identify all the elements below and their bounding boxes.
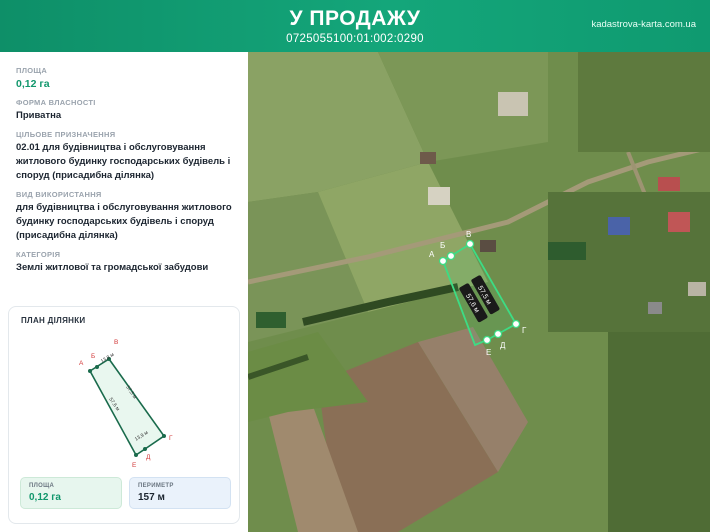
plan-parcel-outline <box>88 357 166 457</box>
plan-perimeter-label: ПЕРИМЕТР <box>138 483 174 489</box>
map-vertex-e[interactable] <box>482 335 492 345</box>
map-label-a: А <box>429 250 435 259</box>
plan-vertex-a <box>88 369 92 373</box>
map-label-d: Д <box>500 341 506 350</box>
area-value: 0,12 га <box>16 78 50 90</box>
map-label-v: В <box>466 230 471 239</box>
map-greenhouse-2 <box>256 312 286 328</box>
plan-card: ПЛАН ДІЛЯНКИ А Б В Г Д Е 13,8 м 57,5 м 5… <box>8 306 240 524</box>
plan-perimeter-stat: ПЕРИМЕТР 157 м <box>129 477 231 509</box>
map-building-7 <box>428 187 450 205</box>
plan-label-d: Д <box>146 454 151 461</box>
plan-label-b: Б <box>91 353 95 360</box>
plan-vertex-d <box>143 447 147 451</box>
plan-area-stat: ПЛОЩА 0,12 га <box>20 477 122 509</box>
map-building-6 <box>498 92 528 116</box>
satellite-map-canvas[interactable]: А Б В Г Д Е 57,5 м 57,6 м <box>248 52 710 532</box>
plan-perimeter-value: 157 м <box>138 492 165 503</box>
plan-vertex-g <box>162 434 166 438</box>
map-building-3 <box>668 212 690 232</box>
area-field: ПЛОЩА 0,12 га <box>16 66 248 91</box>
map-building-1 <box>658 177 680 191</box>
map-village-block-3 <box>608 332 710 532</box>
plan-area-label: ПЛОЩА <box>29 483 55 489</box>
map-village-block-1 <box>578 52 710 152</box>
site-link[interactable]: kadastrova-karta.com.ua <box>591 19 696 30</box>
category-value: Землі житлової та громадської забудови <box>16 262 209 273</box>
usage-label: ВИД ВИКОРИСТАННЯ <box>16 190 102 199</box>
usage-value: для будівництва і обслуговування житлово… <box>16 202 232 241</box>
info-sidebar: ПЛОЩА 0,12 га ФОРМА ВЛАСНОСТІ Приватна Ц… <box>0 52 248 532</box>
cadastral-number: 0725055100:01:002:0290 <box>286 33 424 45</box>
map-vertex-d[interactable] <box>493 329 503 339</box>
map-building-2 <box>608 217 630 235</box>
purpose-field: ЦІЛЬОВЕ ПРИЗНАЧЕННЯ 02.01 для будівництв… <box>16 130 248 183</box>
plan-label-e: Е <box>132 462 137 469</box>
category-field: КАТЕГОРІЯ Землі житлової та громадської … <box>16 250 248 275</box>
ownership-field: ФОРМА ВЛАСНОСТІ Приватна <box>16 98 248 123</box>
map-greenhouse-1 <box>548 242 586 260</box>
plan-label-a: А <box>79 360 84 367</box>
plan-vertex-b <box>95 365 99 369</box>
header-banner: У ПРОДАЖУ 0725055100:01:002:0290 kadastr… <box>0 0 710 52</box>
purpose-value: 02.01 для будівництва і обслуговування ж… <box>16 142 231 181</box>
map-vertex-b[interactable] <box>446 251 456 261</box>
ownership-label: ФОРМА ВЛАСНОСТІ <box>16 98 96 107</box>
map-label-g: Г <box>522 326 527 335</box>
map-building-4 <box>420 152 436 164</box>
map-label-e: Е <box>486 348 491 357</box>
category-label: КАТЕГОРІЯ <box>16 250 61 259</box>
satellite-map[interactable]: А Б В Г Д Е 57,5 м 57,6 м <box>248 52 710 532</box>
purpose-label: ЦІЛЬОВЕ ПРИЗНАЧЕННЯ <box>16 130 116 139</box>
plan-label-v: В <box>114 339 118 346</box>
plan-vertex-e <box>134 453 138 457</box>
plan-label-g: Г <box>169 435 173 442</box>
map-building-9 <box>648 302 662 314</box>
usage-field: ВИД ВИКОРИСТАННЯ для будівництва і обслу… <box>16 190 248 243</box>
area-label: ПЛОЩА <box>16 66 48 75</box>
map-vertex-g[interactable] <box>511 319 521 329</box>
map-vertex-v[interactable] <box>465 239 475 249</box>
ownership-value: Приватна <box>16 110 62 121</box>
map-label-b: Б <box>440 241 445 250</box>
map-building-8 <box>688 282 706 296</box>
plan-area-value: 0,12 га <box>29 492 61 503</box>
map-vertex-a[interactable] <box>438 256 448 266</box>
map-building-5 <box>480 240 496 252</box>
